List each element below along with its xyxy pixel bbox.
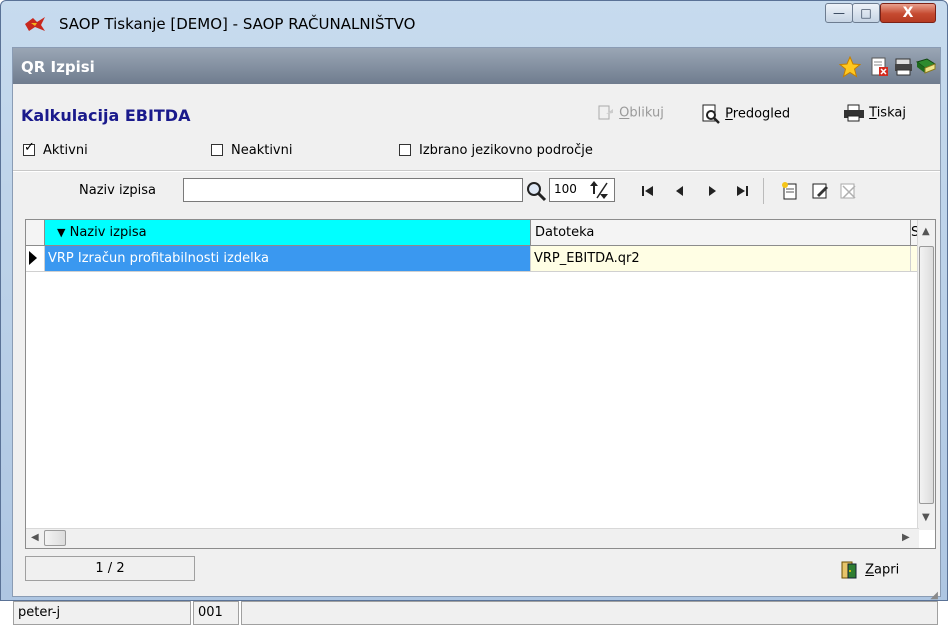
aktivni-checkbox-box[interactable]: ✓ <box>23 140 35 156</box>
preview-icon <box>702 104 720 124</box>
maximize-button[interactable]: □ <box>852 3 880 23</box>
neaktivni-label: Neaktivni <box>231 143 293 158</box>
app-logo-icon <box>25 17 45 31</box>
module-header: QR Izpisi <box>13 48 940 84</box>
vertical-scrollbar[interactable]: ▲ ▼ <box>917 220 935 530</box>
book-icon[interactable] <box>915 56 937 78</box>
maximize-icon: □ <box>860 6 872 20</box>
check-icon: ✓ <box>24 140 35 155</box>
divider <box>13 170 940 172</box>
edit-record-icon[interactable] <box>809 180 831 202</box>
table-row-naziv[interactable]: VRP Izračun profitabilnosti izdelka <box>45 246 531 272</box>
zapri-label: apri <box>874 562 900 578</box>
aktivni-label: Aktivni <box>43 143 88 158</box>
module-title: QR Izpisi <box>21 58 95 76</box>
last-record-icon[interactable] <box>731 180 753 202</box>
resize-grip-icon[interactable]: ◢ <box>930 590 938 601</box>
tiskaj-hotkey: T <box>869 105 877 121</box>
app-window: SAOP Tiskanje [DEMO] - SAOP RAČUNALNIŠTV… <box>0 0 948 625</box>
neaktivni-checkbox[interactable]: Neaktivni <box>211 143 292 158</box>
oblikuj-hotkey: O <box>619 105 630 121</box>
vertical-scroll-thumb[interactable] <box>919 246 934 504</box>
new-record-icon[interactable] <box>779 180 801 202</box>
column-header-datoteka[interactable]: Datoteka <box>531 220 911 246</box>
limit-spinner[interactable]: 100 <box>549 178 615 202</box>
delete-record-icon[interactable] <box>837 180 859 202</box>
status-code: 001 <box>193 601 239 625</box>
aktivni-checkbox[interactable]: ✓ Aktivni <box>23 140 88 158</box>
status-extra <box>241 601 938 625</box>
column-header-naziv[interactable]: ▼ Naziv izpisa <box>45 220 531 246</box>
first-record-icon[interactable] <box>637 180 659 202</box>
previous-record-icon[interactable] <box>669 180 691 202</box>
scroll-right-icon[interactable]: ▶ <box>902 532 910 543</box>
oblikuj-label: blikuj <box>629 105 664 121</box>
minimize-button[interactable]: — <box>825 3 853 23</box>
design-icon <box>598 105 613 120</box>
printers-icon[interactable] <box>893 56 915 78</box>
scroll-up-icon[interactable]: ▲ <box>922 226 930 237</box>
delete-report-icon[interactable] <box>869 56 891 78</box>
jezikovno-podrocje-checkbox[interactable]: Izbrano jezikovno področje <box>399 143 593 158</box>
oblikuj-button[interactable]: Oblikuj <box>597 104 664 122</box>
close-button[interactable]: Zapri <box>839 560 899 580</box>
close-window-button[interactable]: X <box>880 3 936 23</box>
jezikovno-podrocje-label: Izbrano jezikovno področje <box>419 143 593 158</box>
next-record-icon[interactable] <box>701 180 723 202</box>
zapri-hotkey: Z <box>865 562 875 578</box>
door-icon <box>841 561 857 579</box>
predogled-label: redogled <box>732 106 791 122</box>
status-user: peter-j <box>13 601 191 625</box>
record-pager: 1 / 2 <box>25 556 195 581</box>
limit-value: 100 <box>554 182 577 196</box>
module-panel: QR Izpisi Kalkulacija EBITDA Oblikuj Pre… <box>12 47 941 625</box>
close-icon: X <box>902 5 914 21</box>
current-row-icon <box>29 251 37 265</box>
scroll-left-icon[interactable]: ◀ <box>31 532 39 543</box>
page-title: Kalkulacija EBITDA <box>21 106 191 125</box>
window-title: SAOP Tiskanje [DEMO] - SAOP RAČUNALNIŠTV… <box>59 15 416 33</box>
tiskaj-label: iskaj <box>876 105 906 121</box>
sort-arrow-icon: ▼ <box>57 226 66 239</box>
column-header-datoteka-label: Datoteka <box>535 225 595 240</box>
table-row-datoteka[interactable]: VRP_EBITDA.qr2 <box>531 246 911 272</box>
print-icon <box>844 104 864 122</box>
scroll-down-icon[interactable]: ▼ <box>922 512 930 523</box>
spin-arrows-icon[interactable] <box>588 180 610 200</box>
minimize-icon: — <box>833 6 845 20</box>
search-input[interactable] <box>183 178 523 202</box>
jezikovno-podrocje-checkbox-box[interactable] <box>399 144 411 156</box>
row-indicator[interactable] <box>26 246 45 272</box>
predogled-hotkey: P <box>725 106 733 122</box>
column-header-naziv-label: Naziv izpisa <box>69 225 147 240</box>
horizontal-scroll-thumb[interactable] <box>44 530 66 546</box>
star-icon[interactable] <box>839 56 861 78</box>
search-label: Naziv izpisa <box>79 183 156 198</box>
reports-table: ▼ Naziv izpisa Datoteka S VRP Izračun pr… <box>25 219 936 549</box>
toolbar-separator <box>763 178 764 204</box>
neaktivni-checkbox-box[interactable] <box>211 144 223 156</box>
search-icon[interactable] <box>525 180 547 202</box>
row-indicator-header <box>26 220 45 246</box>
horizontal-scrollbar[interactable]: ◀ ▶ <box>26 528 919 548</box>
predogled-button[interactable]: Predogled <box>701 104 790 124</box>
tiskaj-button[interactable]: Tiskaj <box>843 104 906 122</box>
title-bar[interactable]: SAOP Tiskanje [DEMO] - SAOP RAČUNALNIŠTV… <box>1 1 947 37</box>
